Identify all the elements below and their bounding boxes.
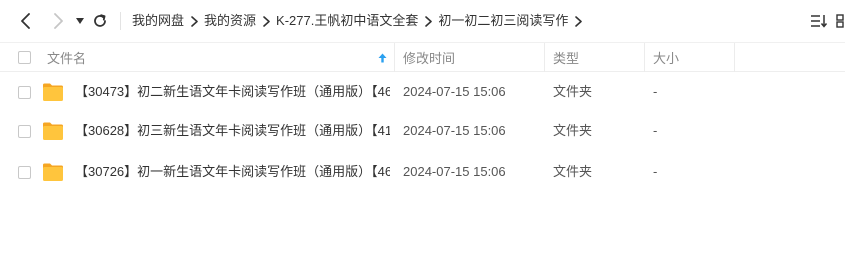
row-checkbox[interactable] <box>18 166 31 179</box>
file-type: 文件夹 <box>553 123 593 138</box>
grid-view-icon <box>836 14 844 28</box>
file-row[interactable]: 【30726】初一新生语文年卡阅读写作班（通用版）【46... 2024-07-… <box>0 152 845 193</box>
select-all-checkbox-cell <box>18 43 31 72</box>
sort-ascending-indicator[interactable] <box>378 43 387 72</box>
chevron-right-icon <box>54 13 63 29</box>
file-modified-time: 2024-07-15 15:06 <box>403 84 506 99</box>
column-divider <box>734 43 735 72</box>
toolbar-divider <box>120 12 121 30</box>
row-checkbox[interactable] <box>18 86 31 99</box>
breadcrumb-separator-icon <box>184 12 204 30</box>
column-header-type[interactable]: 类型 <box>553 43 579 72</box>
caret-down-icon <box>76 18 84 24</box>
breadcrumb-item-course-set[interactable]: K-277.王帆初中语文全套 <box>276 12 418 30</box>
file-name[interactable]: 【30726】初一新生语文年卡阅读写作班（通用版）【46... <box>75 163 390 181</box>
breadcrumb-item-my-resources[interactable]: 我的资源 <box>204 12 256 30</box>
file-modified-time: 2024-07-15 15:06 <box>403 123 506 138</box>
refresh-button[interactable] <box>90 11 110 31</box>
refresh-icon <box>94 14 106 27</box>
sort-button[interactable] <box>810 13 828 31</box>
arrow-up-icon <box>378 53 387 62</box>
column-header-name-label: 文件名 <box>47 51 87 66</box>
folder-icon <box>43 122 63 140</box>
folder-icon <box>43 83 63 101</box>
sort-list-icon <box>811 15 828 28</box>
column-header-modified-label: 修改时间 <box>403 51 456 66</box>
file-type: 文件夹 <box>553 164 593 179</box>
row-checkbox[interactable] <box>18 125 31 138</box>
file-name[interactable]: 【30628】初三新生语文年卡阅读写作班（通用版）【41... <box>75 122 390 140</box>
file-modified-time: 2024-07-15 15:06 <box>403 164 506 179</box>
breadcrumb: 我的网盘 我的资源 K-277.王帆初中语文全套 初一初二初三阅读写作 <box>132 12 588 30</box>
toolbar: 我的网盘 我的资源 K-277.王帆初中语文全套 初一初二初三阅读写作 <box>0 0 845 42</box>
file-type: 文件夹 <box>553 84 593 99</box>
column-header-size-label: 大小 <box>653 51 680 66</box>
file-size: - <box>653 123 658 138</box>
file-size: - <box>653 164 658 179</box>
breadcrumb-separator-icon <box>418 12 438 30</box>
column-header-name[interactable]: 文件名 <box>47 43 86 72</box>
file-list-header: 文件名 修改时间 类型 大小 <box>0 42 845 72</box>
column-divider <box>544 43 545 72</box>
select-all-checkbox[interactable] <box>18 51 31 64</box>
chevron-left-icon <box>21 13 30 29</box>
back-button[interactable] <box>16 11 36 31</box>
view-toggle-button[interactable] <box>836 13 845 31</box>
breadcrumb-separator-icon <box>568 12 588 30</box>
column-divider <box>394 43 395 72</box>
column-header-modified[interactable]: 修改时间 <box>403 43 455 72</box>
history-dropdown-button[interactable] <box>70 11 90 31</box>
file-row[interactable]: 【30628】初三新生语文年卡阅读写作班（通用版）【41... 2024-07-… <box>0 111 845 152</box>
forward-button[interactable] <box>48 11 68 31</box>
folder-icon <box>43 163 63 181</box>
file-row[interactable]: 【30473】初二新生语文年卡阅读写作班（通用版）【46... 2024-07-… <box>0 72 845 113</box>
column-header-type-label: 类型 <box>553 51 580 66</box>
breadcrumb-item-current-folder[interactable]: 初一初二初三阅读写作 <box>438 12 568 30</box>
breadcrumb-item-my-netdisk[interactable]: 我的网盘 <box>132 12 184 30</box>
file-size: - <box>653 84 658 99</box>
column-divider <box>644 43 645 72</box>
file-name[interactable]: 【30473】初二新生语文年卡阅读写作班（通用版）【46... <box>75 83 390 101</box>
column-header-size[interactable]: 大小 <box>653 43 679 72</box>
breadcrumb-separator-icon <box>256 12 276 30</box>
